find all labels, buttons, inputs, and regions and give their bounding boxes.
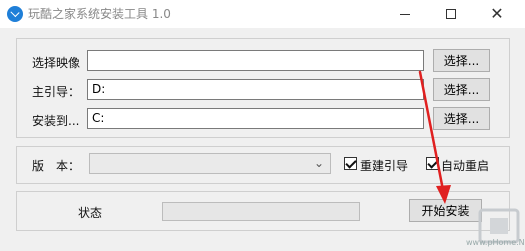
minimize-button[interactable] (382, 0, 428, 28)
image-label: 选择映像 (32, 56, 81, 70)
start-install-button[interactable]: 开始安装 (409, 199, 482, 222)
version-select[interactable]: ⌄ (89, 153, 331, 174)
install-label: 安装到... (32, 114, 80, 128)
maximize-button[interactable] (428, 0, 474, 28)
boot-label: 主引导： (32, 85, 81, 99)
version-label: 版 本： (32, 159, 81, 173)
close-button[interactable]: ✕ (474, 0, 520, 28)
boot-path-field[interactable]: D: (87, 79, 424, 100)
watermark-text: www.pHome.NET (466, 238, 525, 247)
installer-window: 玩酷之家系统安装工具 1.0 ✕ 选择映像 选择... 主引导： D: 选择..… (0, 0, 525, 251)
install-progress-bar (162, 202, 360, 221)
auto-restart-checkbox[interactable] (426, 157, 439, 170)
rebuild-boot-label: 重建引导 (360, 159, 409, 173)
close-icon: ✕ (490, 4, 504, 23)
status-label: 状态 (78, 206, 103, 220)
title-bar: 玩酷之家系统安装工具 1.0 ✕ (0, 0, 525, 28)
maximize-icon (446, 9, 456, 19)
install-path-field[interactable]: C: (87, 108, 424, 129)
boot-browse-button[interactable]: 选择... (433, 78, 490, 101)
window-title: 玩酷之家系统安装工具 1.0 (28, 7, 171, 21)
download-arrow-icon (7, 6, 23, 22)
install-browse-button[interactable]: 选择... (433, 107, 490, 130)
image-browse-button[interactable]: 选择... (433, 49, 490, 72)
auto-restart-label: 自动重启 (441, 159, 490, 173)
chevron-down-icon: ⌄ (313, 156, 324, 170)
image-path-field[interactable] (87, 50, 424, 71)
minimize-icon (400, 13, 410, 15)
rebuild-boot-checkbox[interactable] (344, 157, 357, 170)
